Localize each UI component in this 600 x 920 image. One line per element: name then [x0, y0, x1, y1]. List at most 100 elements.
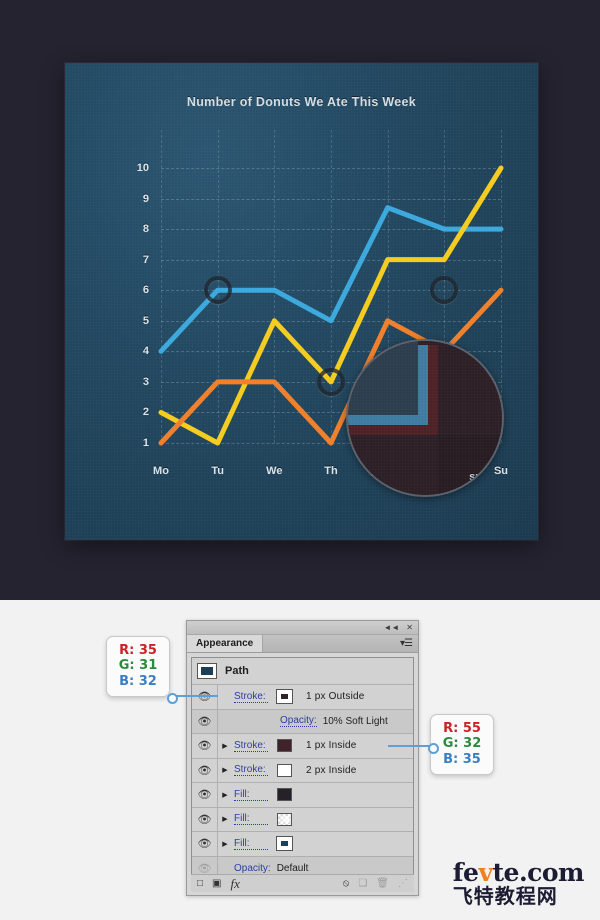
visibility-eye-icon[interactable]: 👁 [192, 783, 218, 807]
magnifier-blue-fill [348, 341, 418, 415]
vertex-handle[interactable] [203, 276, 232, 305]
watermark-domain: fevte.com [452, 858, 585, 887]
magnifier-inner-fill [438, 435, 502, 495]
delete-item-icon[interactable]: 🗑 [376, 878, 389, 889]
appearance-row-stroke[interactable]: 👁 ▶ Stroke: 2 px Inside [192, 758, 413, 783]
callout-left-r: R: 35 [119, 643, 157, 658]
y-axis-label: 8 [142, 223, 149, 236]
path-thumbnail-icon [197, 663, 217, 679]
stroke-meta: 1 px Outside [306, 691, 365, 703]
appearance-panel: ◄◄ ✕ Appearance ▾☰ Path 👁▶Stroke:1 px Ou… [186, 620, 419, 896]
y-axis-label: 10 [136, 162, 149, 174]
expand-arrow-icon[interactable]: ▶ [218, 840, 232, 848]
magnifier-xlabel-left: Fr [362, 471, 373, 483]
expand-arrow-icon[interactable]: ▶ [218, 766, 232, 774]
y-axis-label: 5 [142, 314, 149, 327]
tab-appearance[interactable]: Appearance [187, 635, 264, 652]
visibility-eye-icon[interactable]: 👁 [192, 832, 218, 856]
vertex-handle[interactable] [430, 276, 459, 305]
gridline-vertical [331, 130, 332, 443]
new-fill-icon[interactable]: ▣ [212, 878, 221, 889]
y-axis-label: 6 [142, 284, 149, 297]
chart-title: Number of Donuts We Ate This Week [186, 95, 417, 109]
y-axis-label: 2 [142, 406, 149, 419]
callout-left-b: B: 32 [119, 673, 157, 689]
callout-left-g: G: 31 [118, 658, 158, 674]
gridline-vertical [161, 130, 162, 443]
appearance-row-opacity[interactable]: 👁 Opacity: 10% Soft Light [192, 709, 413, 734]
appearance-rows: Path 👁▶Stroke:1 px Outside👁Opacity:10% S… [191, 657, 414, 882]
stroke-link[interactable]: Stroke: [234, 691, 268, 703]
watermark: fevte.com 飞特教程网 [452, 858, 585, 908]
visibility-eye-icon[interactable]: 👁 [192, 734, 218, 758]
visibility-eye-icon[interactable]: 👁 [192, 758, 218, 782]
opacity-link[interactable]: Opacity: [280, 715, 317, 728]
clear-appearance-icon[interactable]: ⦸ [343, 878, 350, 889]
swatch-inner-color [281, 841, 288, 847]
appearance-row-fill[interactable]: 👁 ▶ Fill: [192, 807, 413, 832]
panel-tab-row: Appearance ▾☰ [187, 635, 418, 653]
callout-right-leader [388, 743, 439, 754]
y-axis-label: 3 [142, 375, 149, 388]
row-indent: ▶ [218, 693, 232, 701]
panel-menu-icon[interactable]: ▾☰ [400, 635, 418, 652]
appearance-row-fill[interactable]: 👁 ▶ Fill: [192, 783, 413, 808]
swatch-inner-color [281, 694, 288, 700]
fill-link[interactable]: Fill: [234, 813, 268, 826]
opacity-value: 10% Soft Light [322, 715, 388, 727]
stroke-meta: 1 px Inside [306, 740, 357, 752]
visibility-eye-icon[interactable]: 👁 [192, 709, 218, 733]
fill-link[interactable]: Fill: [234, 789, 268, 801]
stroke-link[interactable]: Stroke: [234, 740, 268, 752]
path-label: Path [225, 665, 249, 677]
opacity-value: Default [276, 863, 309, 875]
wm-b: te.com [492, 858, 584, 887]
stroke-link[interactable]: Stroke: [234, 764, 268, 777]
appearance-row-fill[interactable]: 👁 ▶ Fill: [192, 832, 413, 857]
expand-arrow-icon[interactable]: ▶ [218, 791, 232, 799]
y-axis-label: 1 [142, 437, 149, 449]
fill-link[interactable]: Fill: [234, 838, 268, 850]
duplicate-item-icon[interactable]: ❑ [358, 878, 367, 889]
gradient-overlay [280, 815, 289, 823]
stroke-color-swatch[interactable] [277, 690, 292, 704]
magnifier-red-stroke-horizontal [348, 425, 438, 435]
fx-icon[interactable]: fx [231, 876, 240, 892]
expand-arrow-icon[interactable]: ▶ [218, 742, 232, 750]
x-axis-label: Tu [211, 465, 224, 477]
dark-stage: Number of Donuts We Ate This Week 10 9 8 7 6… [0, 0, 600, 600]
y-axis-label: 9 [142, 192, 149, 205]
callout-right-b: B: 35 [443, 751, 481, 767]
chart-card: Number of Donuts We Ate This Week 10 9 8 7 6… [65, 63, 538, 540]
path-row[interactable]: Path [192, 658, 413, 685]
opacity-link[interactable]: Opacity: [234, 863, 271, 875]
panel-footer: □ ▣ fx ⦸ ❑ 🗑 ⋰ [191, 874, 414, 892]
fill-color-swatch[interactable] [277, 812, 292, 826]
callout-left-leader [167, 693, 218, 704]
bottom-panel-area: ◄◄ ✕ Appearance ▾☰ Path 👁▶Stroke:1 px Ou… [0, 600, 600, 920]
x-axis-label: Mo [153, 465, 169, 477]
expand-arrow-icon[interactable]: ▶ [218, 815, 232, 823]
y-axis-label: 4 [142, 345, 149, 358]
watermark-chinese: 飞特教程网 [452, 884, 558, 908]
new-stroke-icon[interactable]: □ [197, 878, 203, 889]
wm-a: fe [452, 858, 479, 887]
visibility-eye-icon[interactable]: 👁 [192, 807, 218, 831]
appearance-row-stroke[interactable]: 👁▶Stroke:1 px Outside [192, 685, 413, 710]
panel-titlebar: ◄◄ ✕ [187, 621, 418, 635]
collapse-icon[interactable]: ◄◄ [383, 623, 399, 632]
gridline-vertical [274, 130, 276, 443]
rgb-callout-left: R: 35 G: 31 B: 32 [106, 636, 170, 697]
magnifier-red-stroke-vertical [428, 345, 438, 435]
fill-color-swatch[interactable] [277, 788, 292, 802]
vertex-handle[interactable] [317, 367, 345, 396]
fill-color-swatch[interactable] [277, 837, 292, 851]
resize-grip-icon: ⋰ [398, 878, 408, 889]
stroke-color-swatch[interactable] [277, 739, 292, 753]
callout-right-g: G: 32 [442, 736, 482, 752]
close-icon[interactable]: ✕ [406, 623, 413, 632]
x-axis-label: Th [324, 465, 338, 477]
stroke-color-swatch[interactable] [277, 763, 292, 777]
appearance-row-stroke[interactable]: 👁 ▶ Stroke: 1 px Inside [192, 734, 413, 759]
magnifier-xlabel-right: su [469, 471, 482, 483]
